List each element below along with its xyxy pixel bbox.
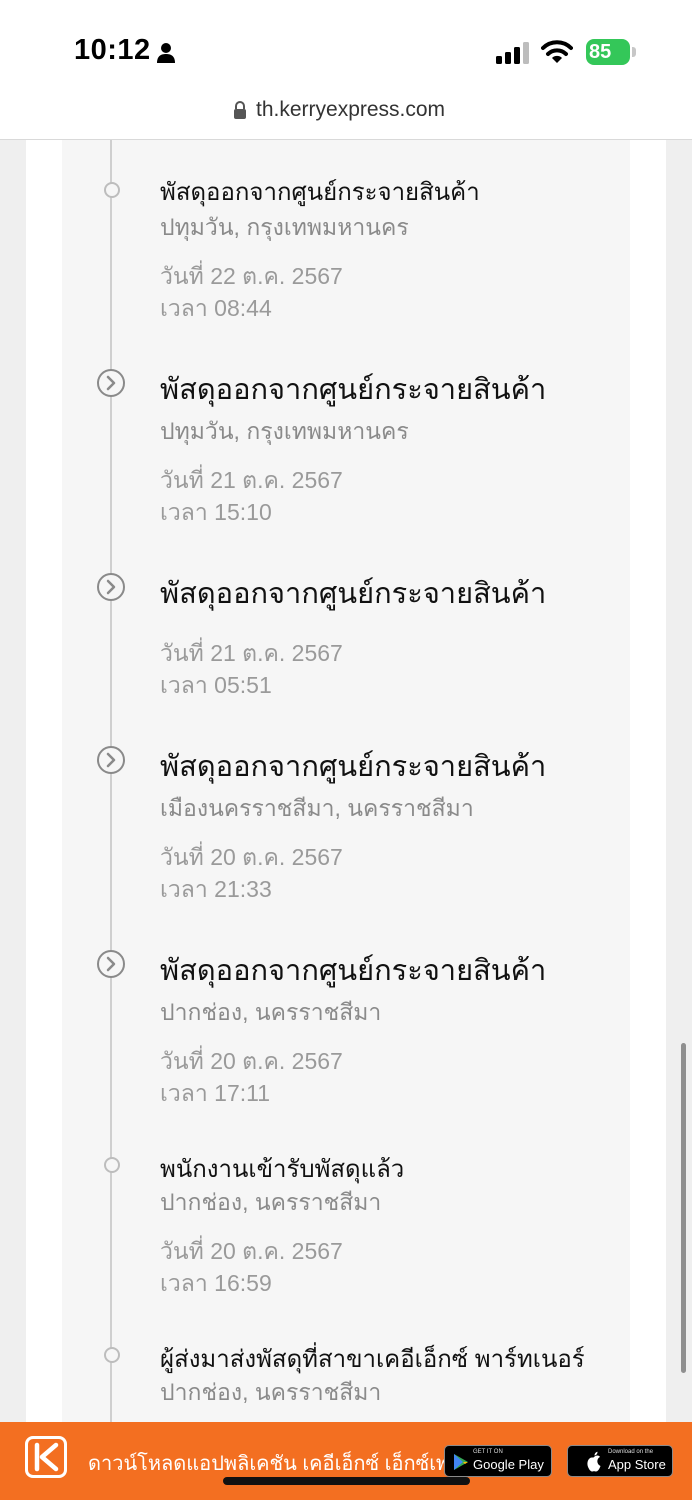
event-time: เวลา 17:11: [160, 1080, 271, 1106]
scrollbar[interactable]: [681, 1043, 686, 1373]
chevron-circle-icon[interactable]: [96, 368, 126, 398]
kex-logo-icon: [34, 1442, 59, 1472]
chevron-circle-icon[interactable]: [96, 745, 126, 775]
timeline-event[interactable]: พัสดุออกจากศูนย์กระจายสินค้า ปากช่อง, นค…: [96, 947, 656, 1107]
event-title: พัสดุออกจากศูนย์กระจายสินค้า: [160, 955, 547, 987]
event-date: วันที่ 21 ต.ค. 2567: [160, 467, 343, 493]
google-play-small-text: GET IT ON: [473, 1449, 503, 1455]
event-date: วันที่ 21 ต.ค. 2567: [160, 640, 343, 666]
url-text[interactable]: th.kerryexpress.com: [256, 98, 445, 122]
event-title: พัสดุออกจากศูนย์กระจายสินค้า: [160, 751, 547, 783]
event-date: วันที่ 22 ต.ค. 2567: [160, 263, 343, 289]
wifi-icon: [541, 40, 573, 63]
event-time: เวลา 15:10: [160, 499, 272, 525]
app-download-banner[interactable]: ดาวน์โหลดแอปพลิเคชัน เคอีเอ็กซ์ เอ็กซ์เพ…: [0, 1422, 692, 1500]
banner-text: ดาวน์โหลดแอปพลิเคชัน เคอีเอ็กซ์ เอ็กซ์เพ…: [88, 1453, 473, 1475]
apple-icon: [587, 1451, 601, 1472]
timeline-event: ผู้ส่งมาส่งพัสดุที่สาขาเคอีเอ็กซ์ พาร์ทเ…: [96, 1337, 656, 1422]
event-time: เวลา 08:44: [160, 295, 272, 321]
google-play-icon: [454, 1454, 468, 1470]
event-time: เวลา 05:51: [160, 672, 272, 698]
chevron-circle-icon[interactable]: [96, 949, 126, 979]
event-time: เวลา 16:59: [160, 1270, 272, 1296]
event-title: พัสดุออกจากศูนย์กระจายสินค้า: [160, 374, 547, 406]
timeline-event[interactable]: พัสดุออกจากศูนย์กระจายสินค้า ปทุมวัน, กร…: [96, 366, 656, 526]
status-time: 10:12: [74, 34, 151, 66]
timeline-event[interactable]: พัสดุออกจากศูนย์กระจายสินค้า เมืองนครราช…: [96, 743, 656, 903]
event-title: พนักงานเข้ารับพัสดุแล้ว: [160, 1156, 405, 1183]
event-location: ปากช่อง, นครราชสีมา: [160, 1189, 382, 1215]
event-title: ผู้ส่งมาส่งพัสดุที่สาขาเคอีเอ็กซ์ พาร์ทเ…: [160, 1346, 585, 1373]
event-location: ปากช่อง, นครราชสีมา: [160, 1379, 382, 1405]
event-date: วันที่ 20 ต.ค. 2567: [160, 844, 343, 870]
event-location: ปทุมวัน, กรุงเทพมหานคร: [160, 214, 409, 240]
battery-tip: [632, 47, 636, 57]
event-location: ปทุมวัน, กรุงเทพมหานคร: [160, 418, 409, 444]
lock-icon: [234, 101, 246, 119]
google-play-button[interactable]: GET IT ON Google Play: [444, 1445, 552, 1477]
event-location: เมืองนครราชสีมา, นครราชสีมา: [160, 795, 474, 821]
cellular-signal-icon: [496, 42, 529, 64]
chevron-circle-icon[interactable]: [96, 572, 126, 602]
person-icon: [157, 43, 175, 63]
timeline-event: พนักงานเข้ารับพัสดุแล้ว ปากช่อง, นครราชส…: [96, 1147, 656, 1307]
event-location: ปากช่อง, นครราชสีมา: [160, 999, 382, 1025]
timeline-dot: [104, 1347, 120, 1363]
timeline-dot: [104, 182, 120, 198]
event-title: พัสดุออกจากศูนย์กระจายสินค้า: [160, 578, 547, 610]
timeline-dot: [104, 1157, 120, 1173]
home-indicator[interactable]: [223, 1477, 470, 1485]
event-date: วันที่ 20 ต.ค. 2567: [160, 1238, 343, 1264]
google-play-label: Google Play: [473, 1457, 544, 1472]
event-date: วันที่ 20 ต.ค. 2567: [160, 1048, 343, 1074]
battery-level: 85: [589, 41, 612, 63]
app-store-label: App Store: [608, 1457, 666, 1472]
app-store-button[interactable]: Download on the App Store: [567, 1445, 673, 1477]
timeline-event: พัสดุออกจากศูนย์กระจายสินค้า ปทุมวัน, กร…: [96, 170, 656, 330]
status-bar: 10:12 85: [0, 0, 692, 92]
url-bar[interactable]: th.kerryexpress.com: [0, 92, 692, 140]
timeline-event[interactable]: พัสดุออกจากศูนย์กระจายสินค้า วันที่ 21 ต…: [96, 570, 656, 710]
kex-logo: [25, 1436, 67, 1478]
event-time: เวลา 21:33: [160, 876, 272, 902]
event-title: พัสดุออกจากศูนย์กระจายสินค้า: [160, 179, 480, 206]
app-store-small-text: Download on the: [608, 1449, 654, 1455]
battery-indicator: 85: [586, 39, 636, 65]
